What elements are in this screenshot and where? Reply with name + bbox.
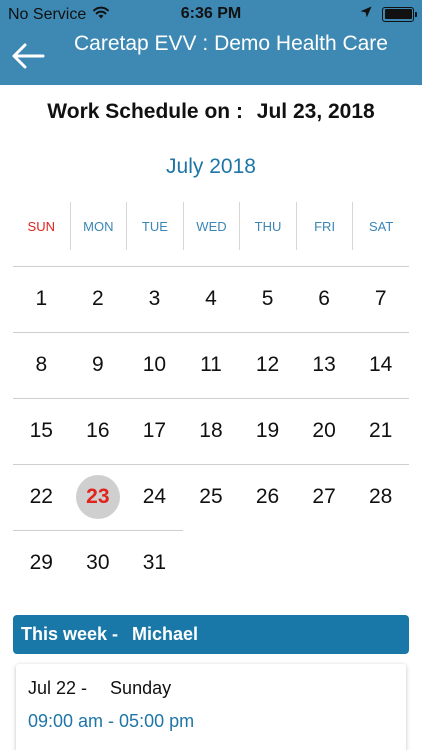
calendar-day[interactable]: 31	[126, 530, 183, 596]
entry-date: Jul 22 -	[28, 678, 88, 698]
weekday-wed: WED	[182, 202, 240, 250]
status-bar: No Service 6:36 PM	[0, 0, 422, 28]
weekday-sun: SUN	[27, 218, 55, 234]
schedule-label: Work Schedule on :	[47, 100, 243, 123]
weekday-tue: TUE	[126, 202, 183, 250]
weekday-thu: THU	[239, 202, 296, 250]
calendar-day-number: 15	[29, 419, 53, 442]
calendar-day[interactable]: 1	[13, 266, 70, 332]
status-right	[360, 5, 417, 23]
calendar-day-number: 19	[255, 419, 280, 442]
battery-icon	[382, 6, 417, 22]
calendar-day-selected[interactable]: 23	[70, 464, 127, 530]
calendar-day[interactable]: 30	[70, 530, 127, 596]
arrow-left-icon	[12, 43, 45, 69]
calendar-day[interactable]: 17	[126, 398, 183, 464]
weekday-mon: MON	[69, 202, 127, 250]
entry-time-range: 09:00 am - 05:00 pm	[28, 711, 195, 731]
calendar-day-number: 31	[142, 551, 167, 574]
calendar-day-number: 28	[368, 485, 393, 508]
calendar-day[interactable]: 18	[183, 398, 240, 464]
calendar-day-number: 6	[318, 287, 330, 310]
calendar-day-number: 7	[374, 287, 387, 310]
calendar-day-number: 18	[199, 419, 223, 442]
calendar-day-number: 13	[312, 353, 336, 376]
back-button[interactable]	[8, 36, 48, 76]
status-time: 6:36 PM	[180, 5, 242, 22]
nav-bar: Caretap EVV : Demo Health Care	[0, 28, 422, 85]
calendar-weekday-header: SUN MON TUE WED THU FRI SAT	[13, 202, 409, 250]
weekday-fri: FRI	[295, 202, 353, 250]
calendar-day[interactable]: 29	[13, 530, 70, 596]
calendar-day-number: 16	[86, 419, 110, 442]
schedule-entry-card[interactable]: Jul 22 - Sunday 09:00 am - 05:00 pm	[16, 664, 406, 750]
calendar-day-number: 2	[92, 287, 104, 310]
calendar-day-number: 17	[142, 419, 167, 442]
calendar-day-number: 4	[205, 287, 217, 310]
calendar-month-title: July 2018	[166, 155, 256, 178]
calendar-day-number: 1	[35, 287, 48, 310]
calendar-day[interactable]: 21	[352, 398, 409, 464]
calendar-day[interactable]: 3	[126, 266, 183, 332]
calendar-day[interactable]: 6	[296, 266, 353, 332]
calendar-day[interactable]: 9	[70, 332, 127, 398]
calendar-day[interactable]: 15	[13, 398, 70, 464]
calendar-day[interactable]: 24	[126, 464, 183, 530]
calendar-day[interactable]: 27	[296, 464, 353, 530]
calendar-day[interactable]: 12	[239, 332, 296, 398]
calendar-day-number: 27	[312, 485, 336, 508]
calendar-day-number: 26	[255, 485, 280, 508]
calendar-day[interactable]: 7	[352, 266, 409, 332]
calendar-day-number: 10	[142, 353, 167, 376]
calendar-day-number: 25	[199, 485, 223, 508]
schedule-date: Jul 23, 2018	[256, 100, 375, 123]
calendar-day[interactable]: 20	[296, 398, 353, 464]
calendar-day-number: 30	[86, 551, 110, 574]
calendar-day-number: 21	[368, 419, 393, 442]
calendar-day-number: 14	[368, 353, 393, 376]
calendar-day-number: 22	[29, 485, 53, 508]
calendar-day[interactable]: 19	[239, 398, 296, 464]
this-week-label: This week -	[21, 624, 119, 644]
calendar-day[interactable]: 16	[70, 398, 127, 464]
calendar-day-number: 5	[261, 287, 274, 310]
calendar-day-number: 12	[255, 353, 280, 376]
calendar-day-number: 23	[75, 475, 120, 519]
calendar-day[interactable]: 26	[239, 464, 296, 530]
calendar-grid: 1 2 3 4 5 6 7 8 9 10 11 12 13 14 15 16 17 18 19 20 21 22 23 24 2…	[13, 266, 409, 596]
entry-weekday: Sunday	[110, 678, 172, 698]
nav-title: Caretap EVV : Demo Health Care	[74, 32, 388, 55]
calendar-week-row: 15 16 17 18 19 20 21	[13, 398, 409, 464]
calendar-day-number: 9	[92, 353, 104, 376]
this-week-bar: This week - Michael	[13, 615, 409, 654]
calendar-week-row: 8 9 10 11 12 13 14	[13, 332, 409, 398]
entry-date-line: Jul 22 - Sunday	[28, 678, 171, 699]
calendar-week-row: 22 23 24 25 26 27 28	[13, 464, 409, 530]
calendar-week-row: 29 30 31	[13, 530, 409, 596]
calendar-day[interactable]: 4	[183, 266, 240, 332]
calendar-day[interactable]: 25	[183, 464, 240, 530]
calendar-day-number: 24	[142, 485, 167, 508]
calendar-day[interactable]: 8	[13, 332, 70, 398]
weekday-sat: SAT	[352, 202, 409, 250]
calendar-week-row: 1 2 3 4 5 6 7	[13, 266, 409, 332]
calendar-day-number: 11	[200, 353, 222, 376]
calendar-day[interactable]: 5	[239, 266, 296, 332]
calendar-day[interactable]: 22	[13, 464, 70, 530]
calendar-day[interactable]: 2	[70, 266, 127, 332]
location-arrow-icon	[360, 5, 372, 23]
calendar-day-number: 3	[148, 287, 161, 310]
schedule-heading: Work Schedule on : Jul 23, 2018	[0, 100, 422, 124]
calendar-day[interactable]: 13	[296, 332, 353, 398]
calendar-day-number: 8	[35, 353, 48, 376]
calendar-day-number: 20	[312, 419, 336, 442]
calendar-day[interactable]: 28	[352, 464, 409, 530]
calendar-day[interactable]: 11	[183, 332, 240, 398]
caregiver-name: Michael	[132, 624, 199, 644]
calendar-day[interactable]: 10	[126, 332, 183, 398]
calendar-day[interactable]: 14	[352, 332, 409, 398]
calendar-day-number: 29	[29, 551, 53, 574]
